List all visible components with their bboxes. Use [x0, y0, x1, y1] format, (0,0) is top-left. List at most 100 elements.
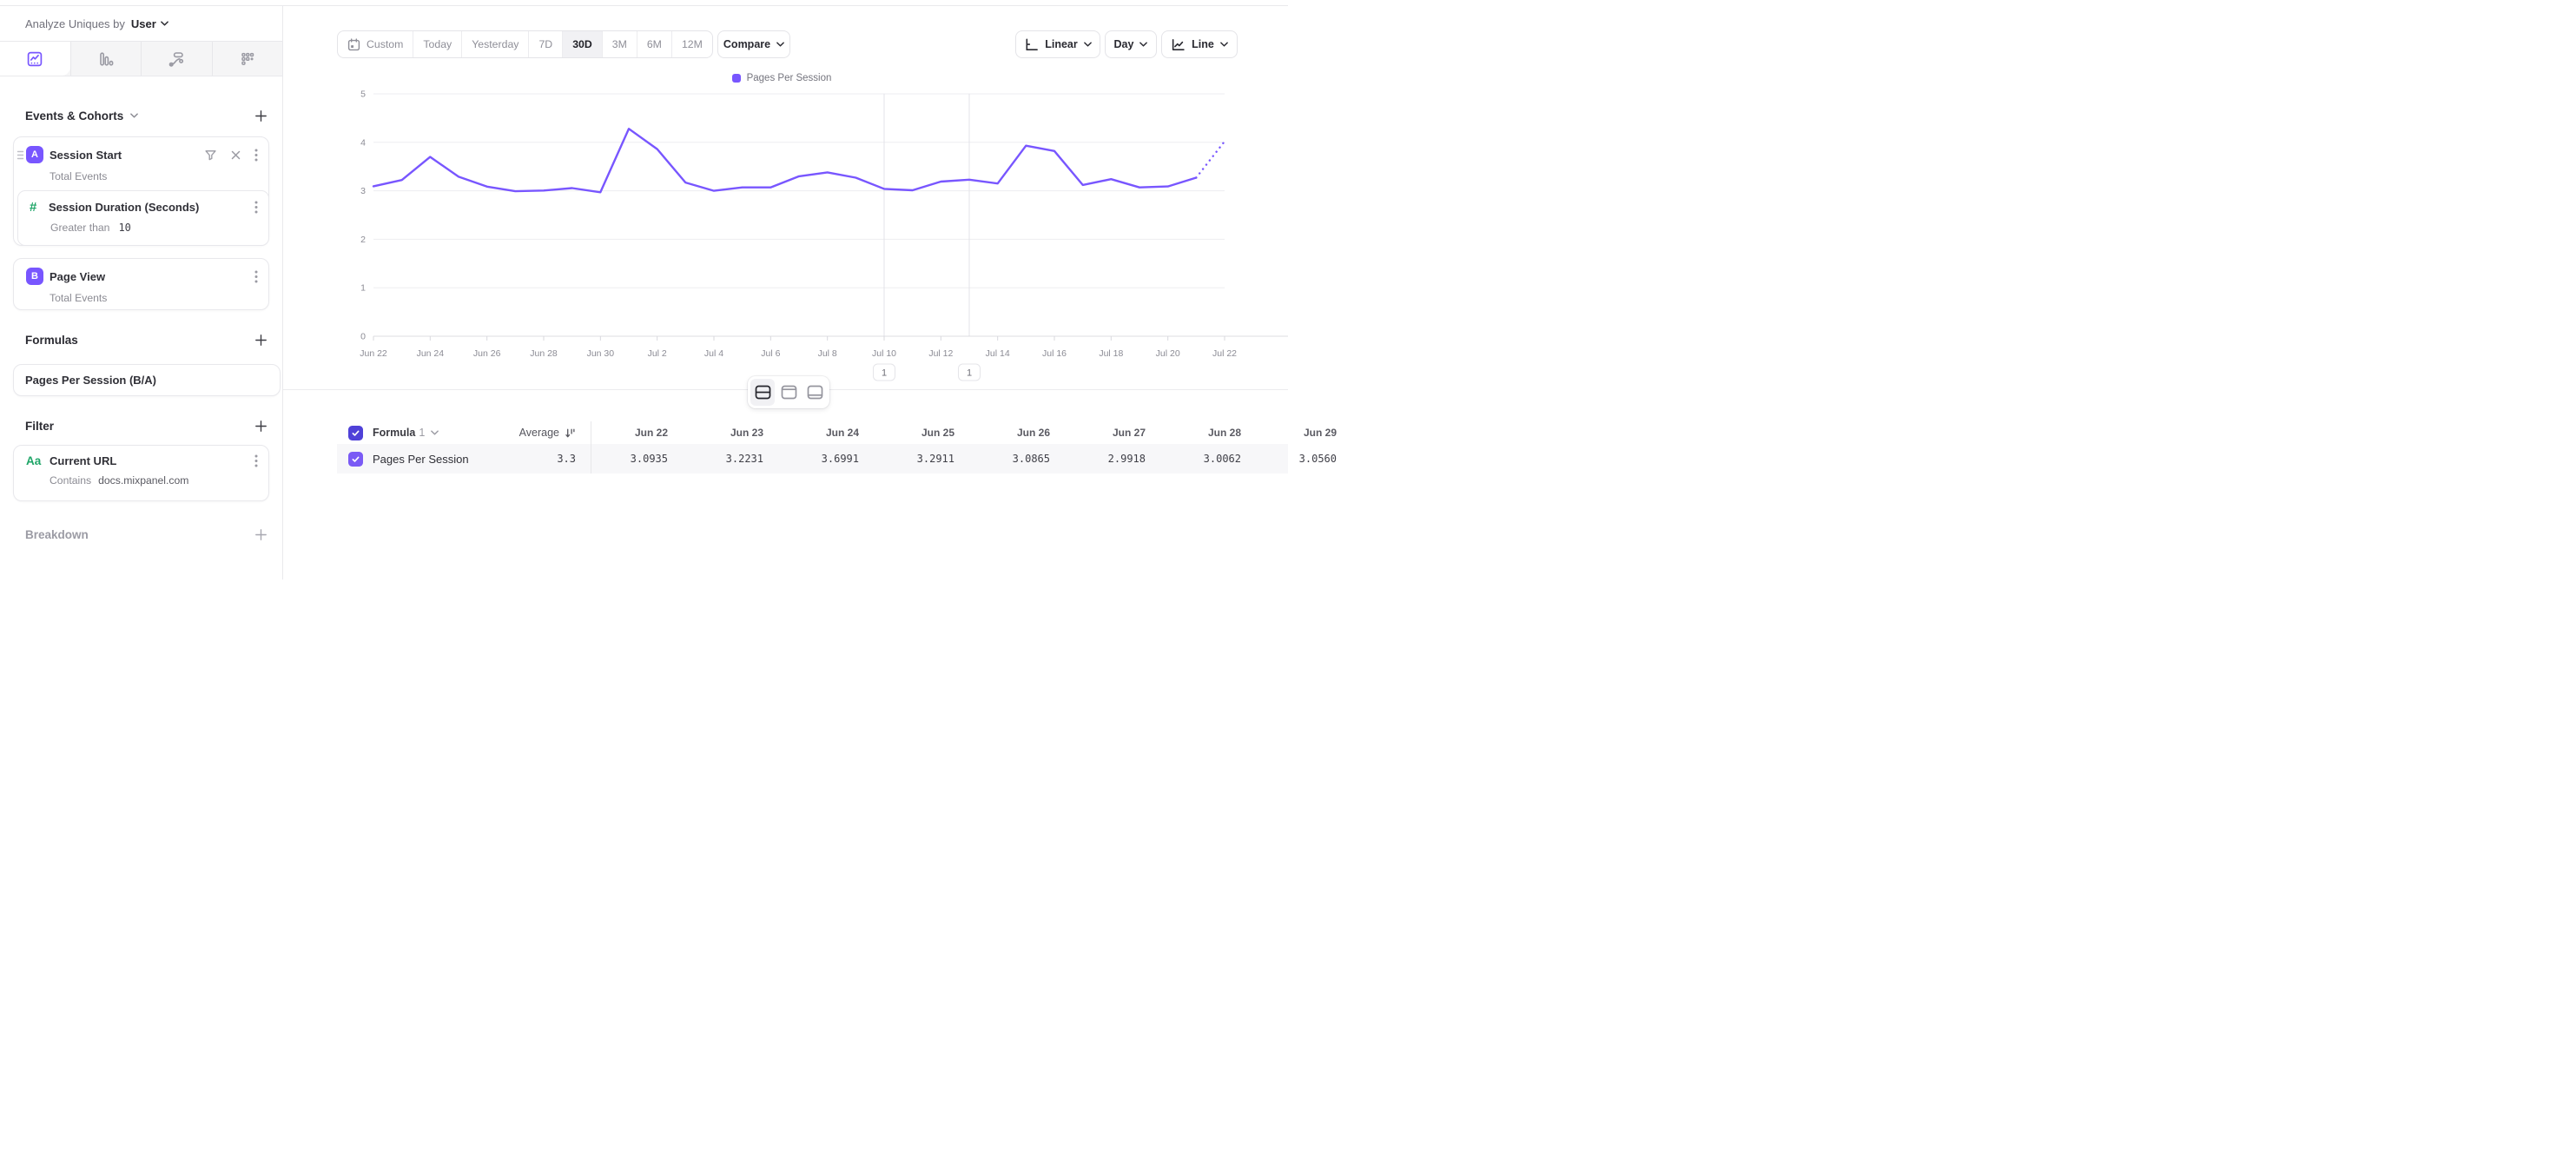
- filter-property-name[interactable]: Current URL: [50, 454, 116, 467]
- event-letter-badge: A: [26, 146, 43, 163]
- chart-only-icon: [781, 385, 797, 400]
- property-card-session-duration[interactable]: # Session Duration (Seconds) Greater tha…: [17, 190, 269, 246]
- chevron-down-icon: [776, 42, 784, 47]
- check-icon: [351, 428, 360, 438]
- column-header[interactable]: Jun 25: [869, 427, 965, 439]
- toggle-chart-only[interactable]: [776, 379, 801, 406]
- row-checkbox[interactable]: [348, 452, 363, 467]
- event-aggregation[interactable]: Total Events: [50, 170, 268, 182]
- plus-icon: [254, 334, 268, 347]
- range-custom[interactable]: Custom: [338, 31, 413, 57]
- remove-event-button[interactable]: [230, 149, 241, 161]
- x-tick-label: Jul 18: [1099, 348, 1123, 359]
- drag-handle-icon[interactable]: [17, 149, 24, 161]
- tab-bar-chart[interactable]: [70, 42, 142, 76]
- range-today[interactable]: Today: [413, 31, 461, 57]
- sort-descending-icon[interactable]: [565, 427, 576, 439]
- select-all-checkbox[interactable]: [348, 426, 363, 440]
- annotation-badge[interactable]: 1: [874, 364, 895, 381]
- column-header[interactable]: Jun 29: [1252, 427, 1347, 439]
- property-operator[interactable]: Greater than: [50, 222, 109, 234]
- x-tick-label: Jul 8: [818, 348, 837, 359]
- compare-button[interactable]: Compare: [717, 30, 790, 58]
- plus-icon: [254, 528, 268, 541]
- toggle-split-view[interactable]: [750, 379, 775, 406]
- formula-card[interactable]: Pages Per Session (B/A): [13, 364, 281, 396]
- event-card-page-view[interactable]: B Page View Total Events: [13, 258, 269, 310]
- tab-flows[interactable]: [141, 42, 212, 76]
- range-12m[interactable]: 12M: [671, 31, 712, 57]
- toggle-table-only[interactable]: [803, 379, 827, 406]
- analyze-label: Analyze Uniques by: [25, 17, 125, 30]
- range-30d[interactable]: 30D: [562, 31, 602, 57]
- event-letter-badge: B: [26, 268, 43, 285]
- event-card-session-start[interactable]: A Session Start Total Events # Session D…: [13, 136, 269, 246]
- event-name[interactable]: Page View: [50, 270, 105, 283]
- chevron-down-icon: [1139, 42, 1147, 47]
- line-chart-icon: [26, 50, 43, 68]
- plus-icon: [254, 109, 268, 123]
- column-header[interactable]: Jun 24: [774, 427, 869, 439]
- cell-value: 3.2911: [869, 453, 965, 465]
- plus-icon: [254, 420, 268, 433]
- range-3m[interactable]: 3M: [602, 31, 637, 57]
- formula-expression[interactable]: Pages Per Session (B/A): [25, 374, 156, 387]
- average-header[interactable]: Average: [519, 427, 559, 439]
- column-header[interactable]: Jun 27: [1060, 427, 1156, 439]
- breakdown-section-header: Breakdown: [25, 526, 268, 543]
- bar-chart-icon: [97, 50, 115, 68]
- interval-dropdown[interactable]: Day: [1105, 30, 1157, 58]
- series-line: [373, 129, 1196, 192]
- filter-value[interactable]: docs.mixpanel.com: [98, 474, 188, 487]
- range-yesterday[interactable]: Yesterday: [461, 31, 528, 57]
- column-header[interactable]: Jun 28: [1156, 427, 1252, 439]
- filter-operator[interactable]: Contains: [50, 474, 91, 487]
- column-header[interactable]: Jun 22: [591, 427, 678, 439]
- property-name[interactable]: Session Duration (Seconds): [49, 201, 199, 214]
- kebab-icon: [254, 201, 258, 214]
- tab-insights[interactable]: [0, 42, 70, 76]
- analyze-header: Analyze Uniques by User: [0, 6, 282, 42]
- x-tick-label: Jul 6: [761, 348, 780, 359]
- x-tick-label: Jul 22: [1212, 348, 1237, 359]
- event-menu-button[interactable]: [254, 270, 258, 283]
- property-value[interactable]: 10: [118, 222, 130, 234]
- group-header-dropdown[interactable]: Formula 1: [373, 427, 439, 439]
- range-6m[interactable]: 6M: [637, 31, 671, 57]
- filter-card-current-url[interactable]: Aa Current URL Contains docs.mixpanel.co…: [13, 445, 269, 501]
- property-menu-button[interactable]: [254, 201, 258, 214]
- analyze-by-dropdown[interactable]: User: [131, 17, 168, 30]
- add-filter-button[interactable]: [254, 420, 268, 433]
- event-menu-button[interactable]: [254, 149, 258, 162]
- query-builder-sidebar: Analyze Uniques by User Events & Cohorts…: [0, 6, 283, 580]
- filter-event-button[interactable]: [204, 149, 217, 162]
- range-7d[interactable]: 7D: [528, 31, 562, 57]
- event-name[interactable]: Session Start: [50, 149, 122, 162]
- scale-dropdown[interactable]: Linear: [1015, 30, 1100, 58]
- x-tick-label: Jul 20: [1156, 348, 1180, 359]
- add-breakdown-button[interactable]: [254, 528, 268, 541]
- column-header[interactable]: Jun 23: [678, 427, 774, 439]
- events-section-header: Events & Cohorts: [25, 107, 268, 124]
- tab-retention[interactable]: [212, 42, 283, 76]
- add-formula-button[interactable]: [254, 334, 268, 347]
- chevron-down-icon: [1084, 42, 1092, 47]
- x-tick-label: Jul 14: [986, 348, 1010, 359]
- y-tick-label: 3: [360, 186, 366, 196]
- chevron-down-icon: [161, 21, 168, 26]
- table-data-row[interactable]: Pages Per Session 3.3 3.09353.22313.6991…: [337, 444, 1288, 474]
- filter-menu-button[interactable]: [254, 454, 258, 467]
- event-aggregation[interactable]: Total Events: [50, 292, 268, 304]
- split-view-icon: [755, 385, 771, 400]
- cell-value: 3.0560: [1252, 453, 1347, 465]
- add-event-button[interactable]: [254, 109, 268, 123]
- x-tick-label: Jun 22: [360, 348, 387, 359]
- date-range-control: CustomTodayYesterday7D30D3M6M12M: [337, 30, 713, 58]
- annotation-badge[interactable]: 1: [959, 364, 981, 381]
- chart-type-dropdown[interactable]: Line: [1161, 30, 1238, 58]
- events-section-title[interactable]: Events & Cohorts: [25, 109, 138, 123]
- x-tick-label: Jun 28: [530, 348, 558, 359]
- column-header[interactable]: Jun 26: [965, 427, 1060, 439]
- cell-value: 3.0865: [965, 453, 1060, 465]
- line-chart[interactable]: 012345Jun 22Jun 24Jun 26Jun 28Jun 30Jul …: [283, 61, 1288, 387]
